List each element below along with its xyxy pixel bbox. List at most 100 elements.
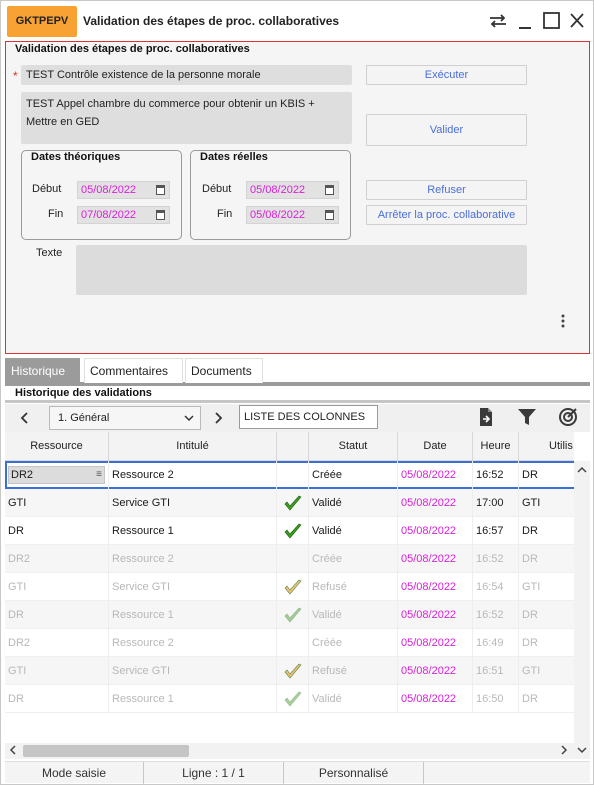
cell-intitule[interactable]: Ressource 2 <box>109 461 277 489</box>
cell-statut[interactable]: Validé <box>309 601 398 629</box>
cell-ressource[interactable]: DR <box>5 601 109 629</box>
target-icon[interactable] <box>558 407 578 427</box>
texte-textarea[interactable] <box>76 245 527 295</box>
cell-intitule[interactable]: Ressource 2 <box>109 629 277 657</box>
cell-utilisateur[interactable]: GTI <box>519 657 574 685</box>
column-header-statut[interactable]: Statut <box>309 432 398 461</box>
table-row[interactable]: GTI Service GTI Refusé 05/08/2022 16:54 GTI <box>5 573 574 601</box>
cell-utilisateur[interactable]: DR <box>519 685 574 713</box>
cell-statut[interactable]: Validé <box>309 685 398 713</box>
actual-end-date-input[interactable]: 05/08/2022 <box>246 206 339 224</box>
cell-check[interactable] <box>277 629 309 657</box>
calendar-icon[interactable] <box>156 210 165 220</box>
column-header-intitule[interactable]: Intitulé <box>109 432 277 461</box>
table-row[interactable]: DR2 Ressource 2 Créée 05/08/2022 16:52 DR <box>5 545 574 573</box>
cell-utilisateur[interactable]: DR <box>519 629 574 657</box>
column-header-ressource[interactable]: Ressource <box>5 432 109 461</box>
cell-statut[interactable]: Créée <box>309 461 398 489</box>
cell-ressource[interactable]: DR2 <box>5 545 109 573</box>
cell-ressource[interactable]: DR <box>5 517 109 545</box>
calendar-icon[interactable] <box>156 185 165 195</box>
cell-intitule[interactable]: Ressource 1 <box>109 517 277 545</box>
minimize-icon[interactable] <box>514 10 536 32</box>
cell-check[interactable] <box>277 461 309 489</box>
cell-heure[interactable]: 16:52 <box>473 461 519 489</box>
scroll-up-icon[interactable] <box>575 464 589 478</box>
cell-check[interactable] <box>277 573 309 601</box>
cell-statut[interactable]: Créée <box>309 545 398 573</box>
columns-list-field[interactable]: LISTE DES COLONNES <box>239 405 378 429</box>
calendar-icon[interactable] <box>325 210 334 220</box>
table-row[interactable]: DR2 Ressource 2 Créée 05/08/2022 16:49 DR <box>5 629 574 657</box>
next-icon[interactable] <box>210 408 226 428</box>
cell-date[interactable]: 05/08/2022 <box>398 573 473 601</box>
table-row[interactable]: DR Ressource 1 Validé 05/08/2022 16:52 DR <box>5 601 574 629</box>
executer-button[interactable]: Exécuter <box>366 65 527 85</box>
swap-icon[interactable] <box>487 10 509 32</box>
refuser-button[interactable]: Refuser <box>366 180 527 200</box>
cell-utilisateur[interactable]: GTI <box>519 573 574 601</box>
cell-ressource[interactable]: DR2 <box>5 629 109 657</box>
filter-icon[interactable] <box>517 407 537 427</box>
cell-statut[interactable]: Refusé <box>309 657 398 685</box>
cell-intitule[interactable]: Ressource 2 <box>109 545 277 573</box>
cell-ressource[interactable]: GTI <box>5 489 109 517</box>
cell-date[interactable]: 05/08/2022 <box>398 685 473 713</box>
table-row[interactable]: DR Ressource 1 Validé 05/08/2022 16:57 DR <box>5 517 574 545</box>
cell-date[interactable]: 05/08/2022 <box>398 629 473 657</box>
tab-documents[interactable]: Documents <box>185 358 263 383</box>
scroll-right-icon[interactable] <box>557 744 571 758</box>
cell-intitule[interactable]: Ressource 1 <box>109 685 277 713</box>
cell-check[interactable] <box>277 601 309 629</box>
column-header-heure[interactable]: Heure <box>473 432 519 461</box>
horizontal-scroll-thumb[interactable] <box>23 745 189 757</box>
more-options-icon[interactable] <box>559 313 567 329</box>
cell-utilisateur[interactable]: DR <box>519 545 574 573</box>
cell-check[interactable] <box>277 489 309 517</box>
cell-utilisateur[interactable]: GTI <box>519 489 574 517</box>
column-header-check[interactable] <box>277 432 309 461</box>
theoretical-end-date-input[interactable]: 07/08/2022 <box>77 206 170 224</box>
ressource-edit-input[interactable]: DR2 ≡ <box>8 466 105 484</box>
cell-date[interactable]: 05/08/2022 <box>398 489 473 517</box>
lookup-icon[interactable]: ≡ <box>96 467 102 483</box>
cell-utilisateur[interactable]: DR <box>519 461 574 489</box>
cell-utilisateur[interactable]: DR <box>519 601 574 629</box>
cell-heure[interactable]: 16:49 <box>473 629 519 657</box>
cell-intitule[interactable]: Service GTI <box>109 489 277 517</box>
actual-start-date-input[interactable]: 05/08/2022 <box>246 181 339 199</box>
step-label-field[interactable]: TEST Contrôle existence de la personne m… <box>21 65 352 85</box>
cell-ressource[interactable]: GTI <box>5 573 109 601</box>
column-header-utilisateur[interactable]: Utilis <box>519 432 574 461</box>
cell-utilisateur[interactable]: DR <box>519 517 574 545</box>
cell-statut[interactable]: Validé <box>309 517 398 545</box>
close-icon[interactable] <box>566 10 588 32</box>
cell-heure[interactable]: 16:51 <box>473 657 519 685</box>
vertical-scrollbar[interactable] <box>574 461 590 743</box>
cell-date[interactable]: 05/08/2022 <box>398 657 473 685</box>
cell-check[interactable] <box>277 517 309 545</box>
cell-check[interactable] <box>277 685 309 713</box>
cell-statut[interactable]: Créée <box>309 629 398 657</box>
table-row[interactable]: GTI Service GTI Refusé 05/08/2022 16:51 GTI <box>5 657 574 685</box>
cell-heure[interactable]: 16:50 <box>473 685 519 713</box>
cell-date[interactable]: 05/08/2022 <box>398 461 473 489</box>
tab-commentaires[interactable]: Commentaires <box>84 358 183 383</box>
valider-button[interactable]: Valider <box>366 114 527 146</box>
calendar-icon[interactable] <box>325 185 334 195</box>
cell-intitule[interactable]: Service GTI <box>109 573 277 601</box>
scroll-down-icon[interactable] <box>575 744 589 758</box>
horizontal-scrollbar[interactable] <box>5 743 590 759</box>
cell-date[interactable]: 05/08/2022 <box>398 517 473 545</box>
table-row[interactable]: DR2 ≡ Ressource 2 Créée 05/08/2022 16:52 DR <box>5 461 574 489</box>
theoretical-start-date-input[interactable]: 05/08/2022 <box>77 181 170 199</box>
cell-heure[interactable]: 16:52 <box>473 601 519 629</box>
cell-intitule[interactable]: Service GTI <box>109 657 277 685</box>
cell-check[interactable] <box>277 545 309 573</box>
export-icon[interactable] <box>476 407 496 427</box>
tab-historique[interactable]: Historique <box>5 358 80 383</box>
view-select[interactable]: 1. Général <box>49 406 201 430</box>
cell-heure[interactable]: 17:00 <box>473 489 519 517</box>
cell-heure[interactable]: 16:54 <box>473 573 519 601</box>
cell-heure[interactable]: 16:52 <box>473 545 519 573</box>
